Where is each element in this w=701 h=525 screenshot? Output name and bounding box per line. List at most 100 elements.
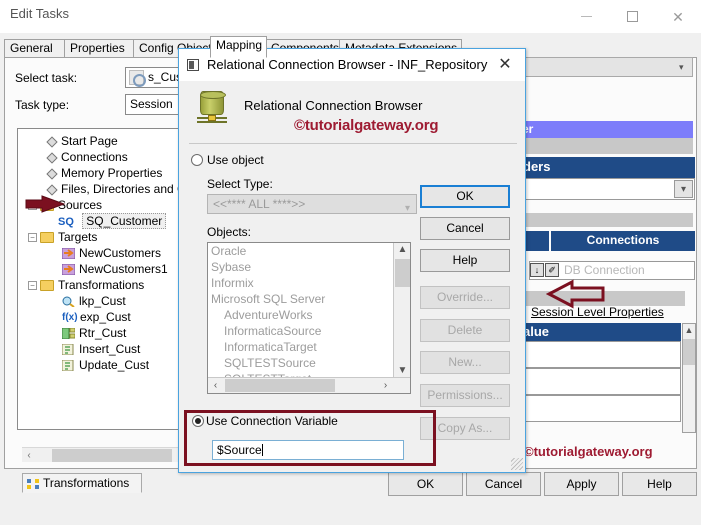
objects-listbox[interactable]: Oracle Sybase Informix Microsoft SQL Ser… bbox=[207, 242, 411, 394]
footer-help-button[interactable]: Help bbox=[622, 472, 697, 496]
tab-transformations-sub[interactable]: Transformations bbox=[22, 473, 142, 493]
tree-group-targets[interactable]: − Targets bbox=[28, 229, 97, 245]
status-bar bbox=[0, 519, 701, 525]
minimize-icon bbox=[580, 16, 592, 17]
collapse-icon[interactable]: − bbox=[28, 281, 37, 291]
list-item[interactable]: Microsoft SQL Server bbox=[208, 291, 392, 307]
right-grid-row-2[interactable] bbox=[519, 368, 681, 395]
minimize-button[interactable] bbox=[563, 0, 609, 33]
select-type-combo[interactable]: <<**** ALL ****>> ▾ bbox=[207, 194, 417, 214]
tab-general[interactable]: General bbox=[4, 39, 66, 58]
diamond-icon bbox=[46, 136, 58, 148]
scroll-up-icon[interactable]: ▲ bbox=[394, 243, 411, 257]
footer-apply-button[interactable]: Apply bbox=[544, 472, 619, 496]
ok-button[interactable]: OK bbox=[420, 185, 510, 208]
select-type-label: Select Type: bbox=[207, 177, 273, 191]
tree-item-label: Insert_Cust bbox=[79, 342, 141, 356]
lookup-icon bbox=[62, 296, 75, 309]
list-item[interactable]: Sybase bbox=[208, 259, 392, 275]
tree-item-label: lkp_Cust bbox=[79, 294, 126, 308]
watermark-dialog: ©tutorialgateway.org bbox=[294, 117, 439, 134]
dialog-close-button[interactable]: ✕ bbox=[485, 49, 525, 81]
scroll-left-icon[interactable]: ‹ bbox=[22, 448, 36, 463]
db-connection-browse-button[interactable]: ↓ bbox=[530, 263, 544, 277]
tree-item-newcustomers[interactable]: NewCustomers bbox=[61, 245, 161, 261]
resize-grip[interactable] bbox=[511, 458, 523, 470]
tree-group-transformations[interactable]: − Transformations bbox=[28, 277, 144, 293]
right-combo-2[interactable]: ▾ bbox=[519, 178, 695, 200]
cancel-button[interactable]: Cancel bbox=[420, 217, 510, 240]
right-selected-row[interactable]: er bbox=[519, 121, 693, 138]
tree-item-label: Start Page bbox=[61, 134, 118, 148]
maximize-button[interactable] bbox=[609, 0, 655, 33]
tab-properties[interactable]: Properties bbox=[64, 39, 135, 58]
tree-item-newcustomers1[interactable]: NewCustomers1 bbox=[61, 261, 168, 277]
tree-item-rtr-cust[interactable]: Rtr_Cust bbox=[61, 325, 126, 341]
list-item[interactable]: Informix bbox=[208, 275, 392, 291]
chevron-down-icon: ▾ bbox=[679, 62, 684, 72]
db-connection-edit-button[interactable]: ✐ bbox=[545, 263, 559, 277]
diamond-icon bbox=[46, 152, 58, 164]
list-item[interactable]: InformaticaTarget bbox=[208, 339, 392, 355]
tab-mapping[interactable]: Mapping bbox=[210, 36, 267, 58]
session-gear-icon bbox=[129, 70, 146, 87]
objects-horizontal-scrollbar[interactable]: ‹ › bbox=[208, 377, 410, 393]
target-icon bbox=[61, 263, 76, 276]
use-connection-variable-label: Use Connection Variable bbox=[206, 414, 338, 428]
tree-item-label: Targets bbox=[58, 230, 98, 244]
tree-item-connections[interactable]: Connections bbox=[46, 149, 128, 165]
scroll-down-icon[interactable]: ▼ bbox=[394, 364, 411, 378]
annotation-arrow-sq-customer bbox=[24, 193, 66, 215]
footer-ok-button[interactable]: OK bbox=[388, 472, 463, 496]
footer-cancel-button[interactable]: Cancel bbox=[466, 472, 541, 496]
list-item[interactable]: Oracle bbox=[208, 243, 392, 259]
app-root: Edit Tasks ✕ General Properties Config O… bbox=[0, 0, 701, 525]
delete-button[interactable]: Delete bbox=[420, 319, 510, 342]
use-connection-variable-radio[interactable] bbox=[192, 415, 204, 427]
close-button[interactable]: ✕ bbox=[655, 0, 701, 33]
list-item[interactable]: InformaticaSource bbox=[208, 323, 392, 339]
right-combo-top[interactable]: ▾ bbox=[519, 57, 693, 77]
select-task-label: Select task: bbox=[15, 71, 78, 85]
use-object-radio[interactable] bbox=[191, 154, 203, 166]
tree-item-update-cust[interactable]: Update_Cust bbox=[61, 357, 149, 373]
router-icon bbox=[61, 327, 76, 340]
window-controls: ✕ bbox=[563, 0, 701, 33]
chevron-down-icon[interactable]: ▾ bbox=[674, 180, 693, 198]
scroll-thumb[interactable] bbox=[683, 339, 695, 365]
connection-variable-input[interactable]: $Source bbox=[212, 440, 404, 460]
scroll-thumb[interactable] bbox=[52, 449, 172, 462]
objects-list: Oracle Sybase Informix Microsoft SQL Ser… bbox=[208, 243, 392, 378]
scroll-right-icon[interactable]: › bbox=[378, 378, 393, 393]
maximize-icon bbox=[626, 11, 638, 22]
tree-item-start-page[interactable]: Start Page bbox=[46, 133, 118, 149]
tree-item-label: exp_Cust bbox=[80, 310, 131, 324]
list-item[interactable]: AdventureWorks bbox=[208, 307, 392, 323]
list-item[interactable]: SQLTESTSource bbox=[208, 355, 392, 371]
tree-item-memory-properties[interactable]: Memory Properties bbox=[46, 165, 162, 181]
right-grid-row-1[interactable] bbox=[519, 341, 681, 368]
right-grid-row-3[interactable] bbox=[519, 395, 681, 422]
scroll-thumb[interactable] bbox=[225, 379, 335, 392]
tree-item-lkp-cust[interactable]: lkp_Cust bbox=[62, 293, 126, 309]
tree-item-insert-cust[interactable]: Insert_Cust bbox=[61, 341, 141, 357]
watermark-bottom-right: ©tutorialgateway.org bbox=[524, 444, 653, 459]
new-button[interactable]: New... bbox=[420, 351, 510, 374]
scroll-up-icon[interactable]: ▲ bbox=[683, 324, 695, 337]
transformations-icon bbox=[27, 478, 39, 489]
help-button[interactable]: Help bbox=[420, 249, 510, 272]
text-caret bbox=[261, 444, 263, 456]
collapse-icon[interactable]: − bbox=[28, 233, 37, 243]
permissions-button[interactable]: Permissions... bbox=[420, 384, 510, 407]
tree-item-sq-customer[interactable]: SQ SQ_Customer bbox=[58, 213, 167, 229]
objects-label: Objects: bbox=[207, 225, 252, 239]
scroll-thumb[interactable] bbox=[395, 259, 410, 287]
subtab-label: Transformations bbox=[43, 476, 130, 490]
tree-item-exp-cust[interactable]: f(x) exp_Cust bbox=[62, 309, 131, 325]
objects-vertical-scrollbar[interactable]: ▲ ▼ bbox=[393, 243, 410, 378]
right-vertical-scrollbar[interactable]: ▲ bbox=[682, 323, 696, 433]
scroll-left-icon[interactable]: ‹ bbox=[208, 378, 223, 393]
override-button[interactable]: Override... bbox=[420, 286, 510, 309]
database-cylinder bbox=[200, 91, 226, 115]
connection-variable-value: $Source bbox=[217, 443, 262, 457]
